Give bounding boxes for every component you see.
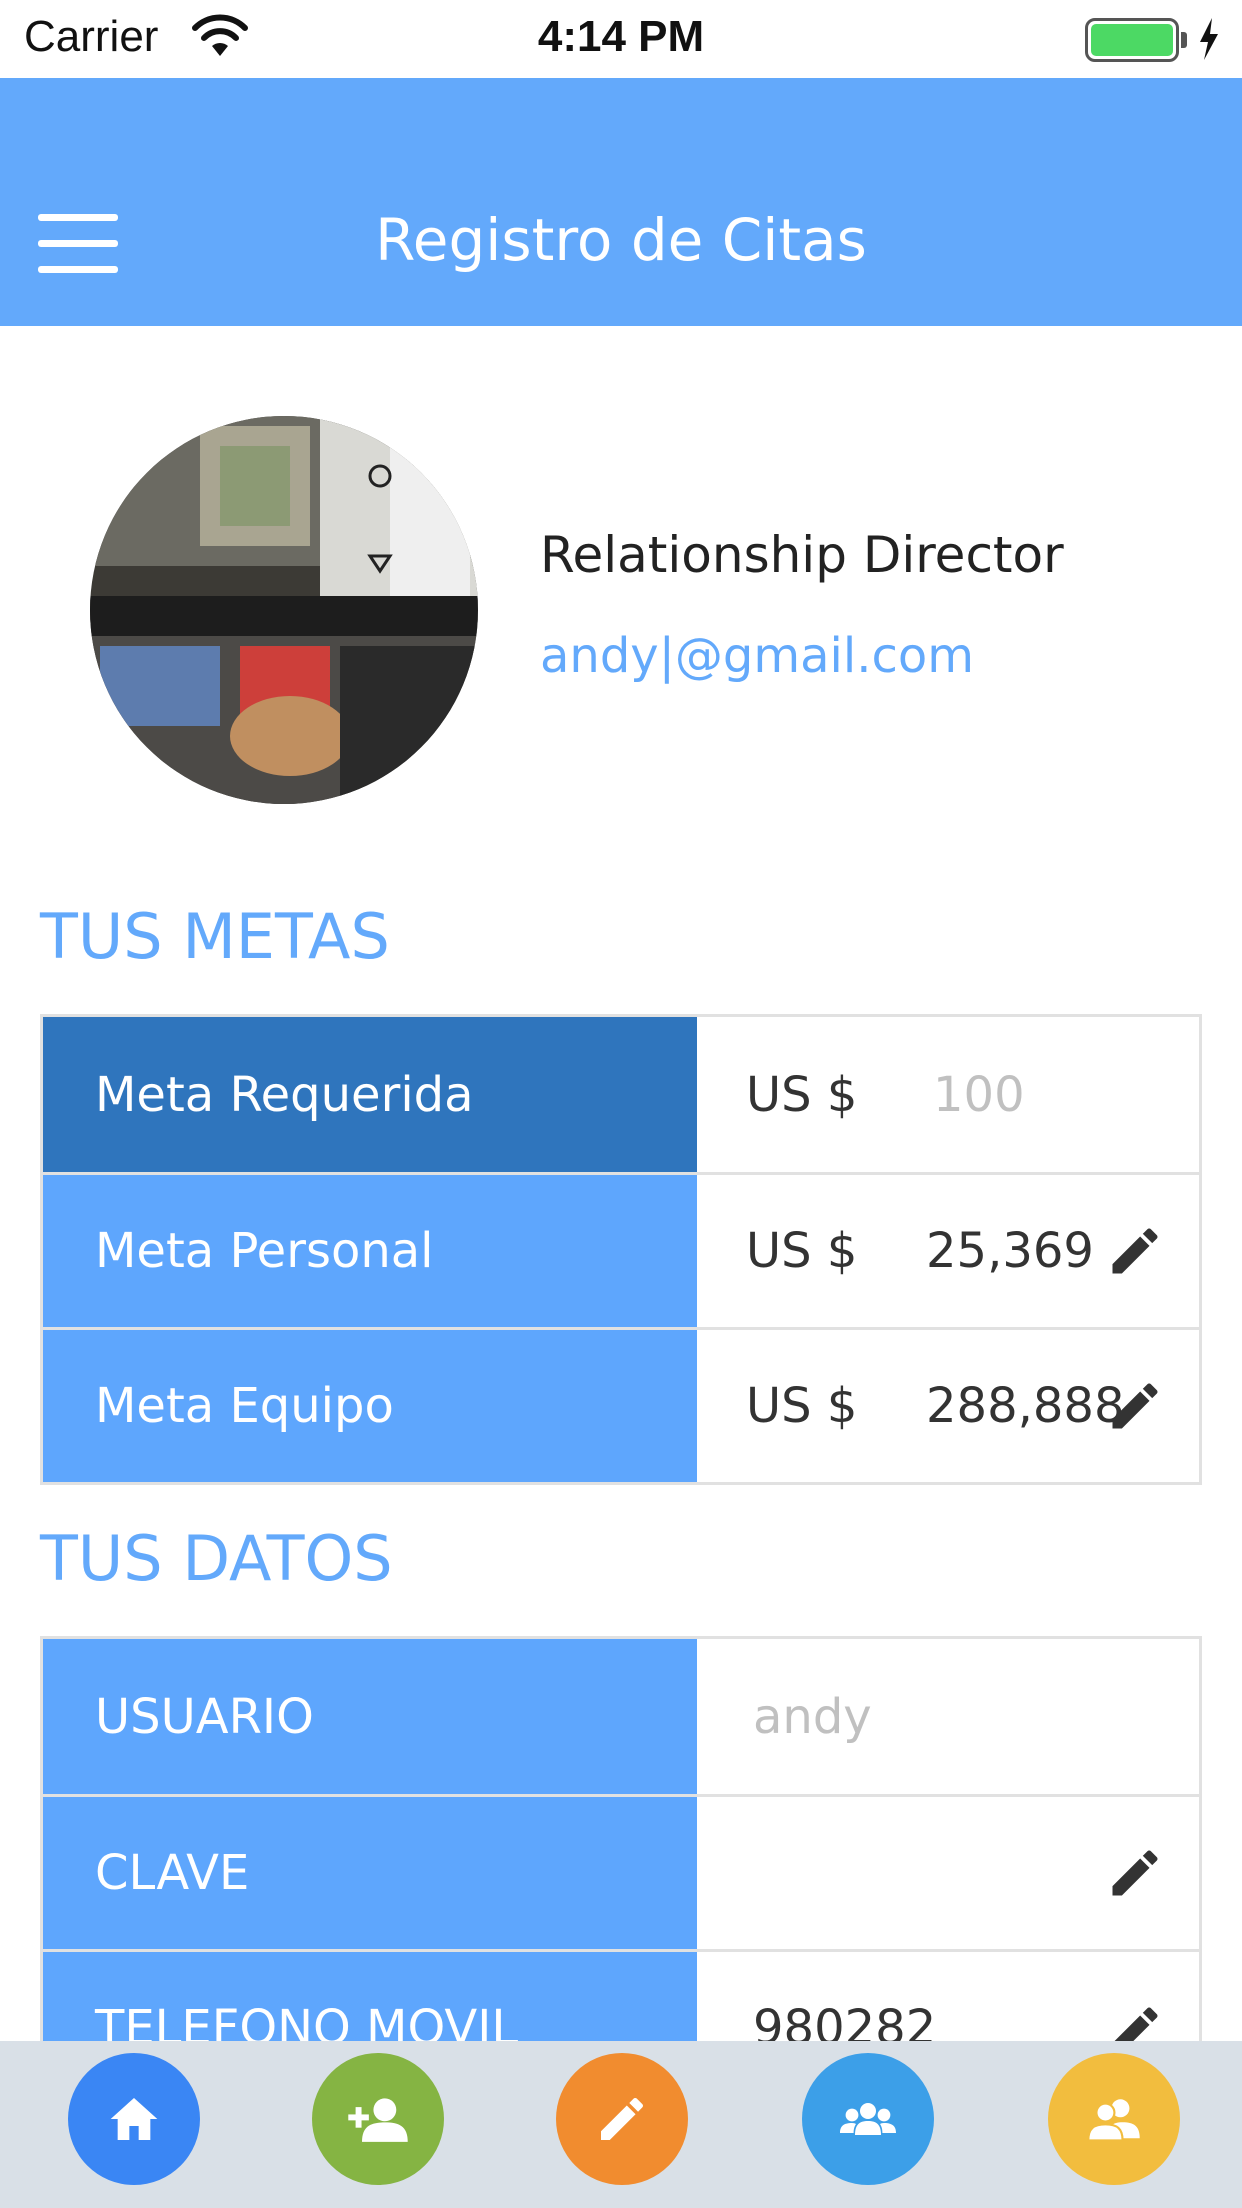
user-data-table: USUARIO andy CLAVE TELEFONO MOVIL 980282 [40, 1636, 1202, 2107]
status-bar: Carrier 4:14 PM [0, 0, 1242, 78]
profile-email[interactable]: andy|@gmail.com [540, 628, 974, 684]
goal-value[interactable]: 288,888 [926, 1330, 1125, 1482]
edit-button[interactable] [556, 2053, 688, 2185]
battery-icon [1085, 18, 1187, 62]
users-button[interactable] [1048, 2053, 1180, 2185]
goal-value: 100 [933, 1066, 1025, 1123]
add-user-icon [348, 2098, 408, 2142]
table-row: CLAVE [43, 1794, 1199, 1949]
add-user-button[interactable] [312, 2053, 444, 2185]
status-time: 4:14 PM [537, 12, 705, 61]
user-data-label: USUARIO [43, 1639, 697, 1794]
edit-pencil-icon[interactable] [1105, 1376, 1165, 1436]
pencil-icon [601, 2097, 644, 2140]
goals-section-title: TUS METAS [40, 900, 390, 973]
avatar[interactable] [90, 416, 478, 804]
home-button[interactable] [68, 2053, 200, 2185]
table-row: Meta Requerida US $ 100 [43, 1017, 1199, 1172]
team-button[interactable] [802, 2053, 934, 2185]
page-title: Registro de Citas [375, 206, 867, 274]
bottom-tab-bar [0, 2041, 1242, 2208]
users-icon [1087, 2099, 1140, 2142]
goal-currency: US $ [746, 1378, 858, 1434]
charging-icon [1200, 18, 1218, 60]
goals-table: Meta Requerida US $ 100 Meta Personal US… [40, 1014, 1202, 1485]
table-row: USUARIO andy [43, 1639, 1199, 1794]
goal-label: Meta Equipo [43, 1330, 697, 1482]
edit-pencil-icon[interactable] [1105, 1221, 1165, 1281]
edit-pencil-icon[interactable] [1105, 1843, 1165, 1903]
goal-currency: US $ [746, 1066, 858, 1123]
app-header: Registro de Citas [0, 78, 1242, 326]
goal-value[interactable]: 25,369 [926, 1175, 1094, 1327]
user-data-section-title: TUS DATOS [40, 1522, 393, 1595]
user-data-label: CLAVE [43, 1797, 697, 1949]
goal-label: Meta Requerida [43, 1017, 697, 1172]
goal-label: Meta Personal [43, 1175, 697, 1327]
group-icon [840, 2103, 896, 2135]
table-row: Meta Equipo US $ 288,888 [43, 1327, 1199, 1482]
home-icon [110, 2098, 158, 2140]
table-row: Meta Personal US $ 25,369 [43, 1172, 1199, 1327]
user-data-value: andy [753, 1688, 872, 1745]
goal-currency: US $ [746, 1223, 858, 1279]
profile-role: Relationship Director [540, 526, 1064, 584]
